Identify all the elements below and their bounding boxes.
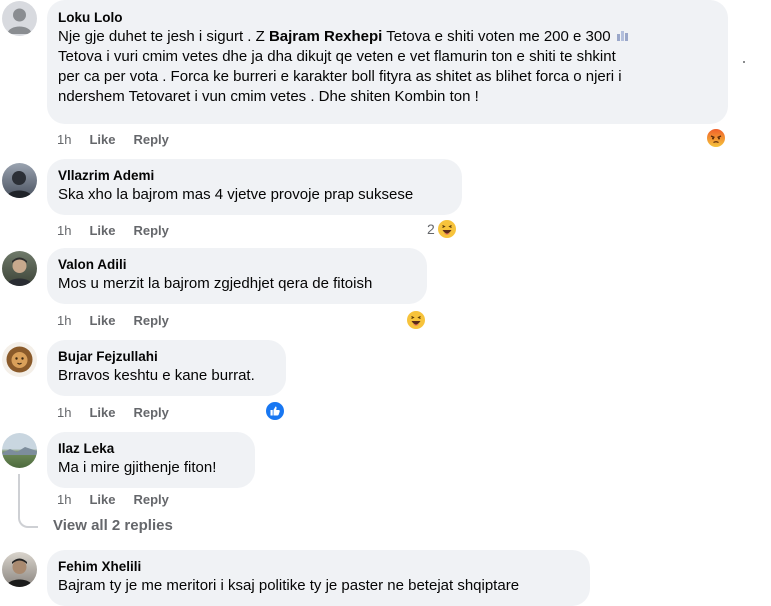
- comment-bubble: Ilaz Leka Ma i mire gjithenje fiton!: [47, 432, 255, 488]
- comment-bubble: Valon Adili Mos u merzit la bajrom zgjed…: [47, 248, 427, 304]
- comment-author[interactable]: Valon Adili: [58, 256, 415, 274]
- comment-text-line: ndershem Tetovaret i vun cmim vetes . Dh…: [58, 88, 479, 105]
- reply-button[interactable]: Reply: [133, 405, 168, 420]
- reply-button[interactable]: Reply: [133, 132, 168, 147]
- scroll-indicator-dot: [743, 61, 745, 63]
- comment-text: Brravos keshtu e kane burrat.: [58, 367, 255, 384]
- reaction-summary[interactable]: [265, 401, 285, 421]
- comment-actions: 1h Like Reply: [57, 223, 187, 238]
- comment-author[interactable]: Loku Lolo: [58, 9, 716, 27]
- like-button[interactable]: Like: [89, 223, 115, 238]
- avatar-default[interactable]: [2, 1, 37, 36]
- reply-button[interactable]: Reply: [133, 492, 168, 507]
- like-button[interactable]: Like: [89, 492, 115, 507]
- comment-actions: 1h Like Reply: [57, 313, 187, 328]
- comment-author[interactable]: Fehim Xhelili: [58, 558, 578, 576]
- haha-reaction-icon: [436, 219, 457, 239]
- comment-text: Ma i mire gjithenje fiton!: [58, 459, 217, 476]
- timestamp[interactable]: 1h: [57, 132, 71, 147]
- comment-text-line: Tetova i vuri cmim vetes dhe ja dha diku…: [58, 48, 616, 65]
- mention-link[interactable]: Bajram Rexhepi: [269, 28, 382, 45]
- vote-emoji-icon: [615, 28, 631, 41]
- comment-text: Nje gje duhet te jesh i sigurt . Z Bajra…: [58, 27, 716, 47]
- comment-bubble: Vllazrim Ademi Ska xho la bajrom mas 4 v…: [47, 159, 462, 215]
- comment-actions: 1h Like Reply: [57, 132, 187, 147]
- comment-author[interactable]: Bujar Fejzullahi: [58, 348, 274, 366]
- reaction-summary[interactable]: [406, 310, 426, 330]
- angry-reaction-icon: [706, 128, 726, 148]
- comment-bubble: Bujar Fejzullahi Brravos keshtu e kane b…: [47, 340, 286, 396]
- like-button[interactable]: Like: [89, 405, 115, 420]
- avatar[interactable]: [2, 163, 37, 198]
- timestamp[interactable]: 1h: [57, 492, 71, 507]
- comment-text: Ska xho la bajrom mas 4 vjetve provoje p…: [58, 186, 414, 203]
- comment-actions: 1h Like Reply: [57, 405, 187, 420]
- reply-button[interactable]: Reply: [133, 223, 168, 238]
- reply-button[interactable]: Reply: [133, 313, 168, 328]
- reaction-summary[interactable]: [706, 128, 726, 148]
- comment-author[interactable]: Vllazrim Ademi: [58, 167, 450, 185]
- comment-text: Bajram ty je me meritori i ksaj politike…: [58, 577, 520, 594]
- comment-text-line: per ca per vota . Forca ke burreri e kar…: [58, 68, 622, 85]
- like-reaction-icon: [265, 401, 285, 421]
- timestamp[interactable]: 1h: [57, 223, 71, 238]
- reaction-count: 2: [427, 221, 435, 237]
- timestamp[interactable]: 1h: [57, 313, 71, 328]
- reaction-summary[interactable]: 2: [427, 219, 457, 239]
- comment-bubble: Fehim Xhelili Bajram ty je me meritori i…: [47, 550, 590, 606]
- like-button[interactable]: Like: [89, 313, 115, 328]
- timestamp[interactable]: 1h: [57, 405, 71, 420]
- avatar[interactable]: [2, 342, 37, 377]
- comment-author[interactable]: Ilaz Leka: [58, 440, 243, 458]
- comment-actions: 1h Like Reply: [57, 492, 187, 507]
- comment-text: Mos u merzit la bajrom zgjedhjet qera de…: [58, 275, 373, 292]
- haha-reaction-icon: [406, 310, 426, 330]
- avatar[interactable]: [2, 251, 37, 286]
- thread-connector-line: [18, 474, 38, 528]
- view-all-replies-link[interactable]: View all 2 replies: [53, 517, 173, 534]
- like-button[interactable]: Like: [89, 132, 115, 147]
- avatar[interactable]: [2, 552, 37, 587]
- comment-bubble: Loku Lolo Nje gje duhet te jesh i sigurt…: [47, 0, 728, 124]
- avatar[interactable]: [2, 433, 37, 468]
